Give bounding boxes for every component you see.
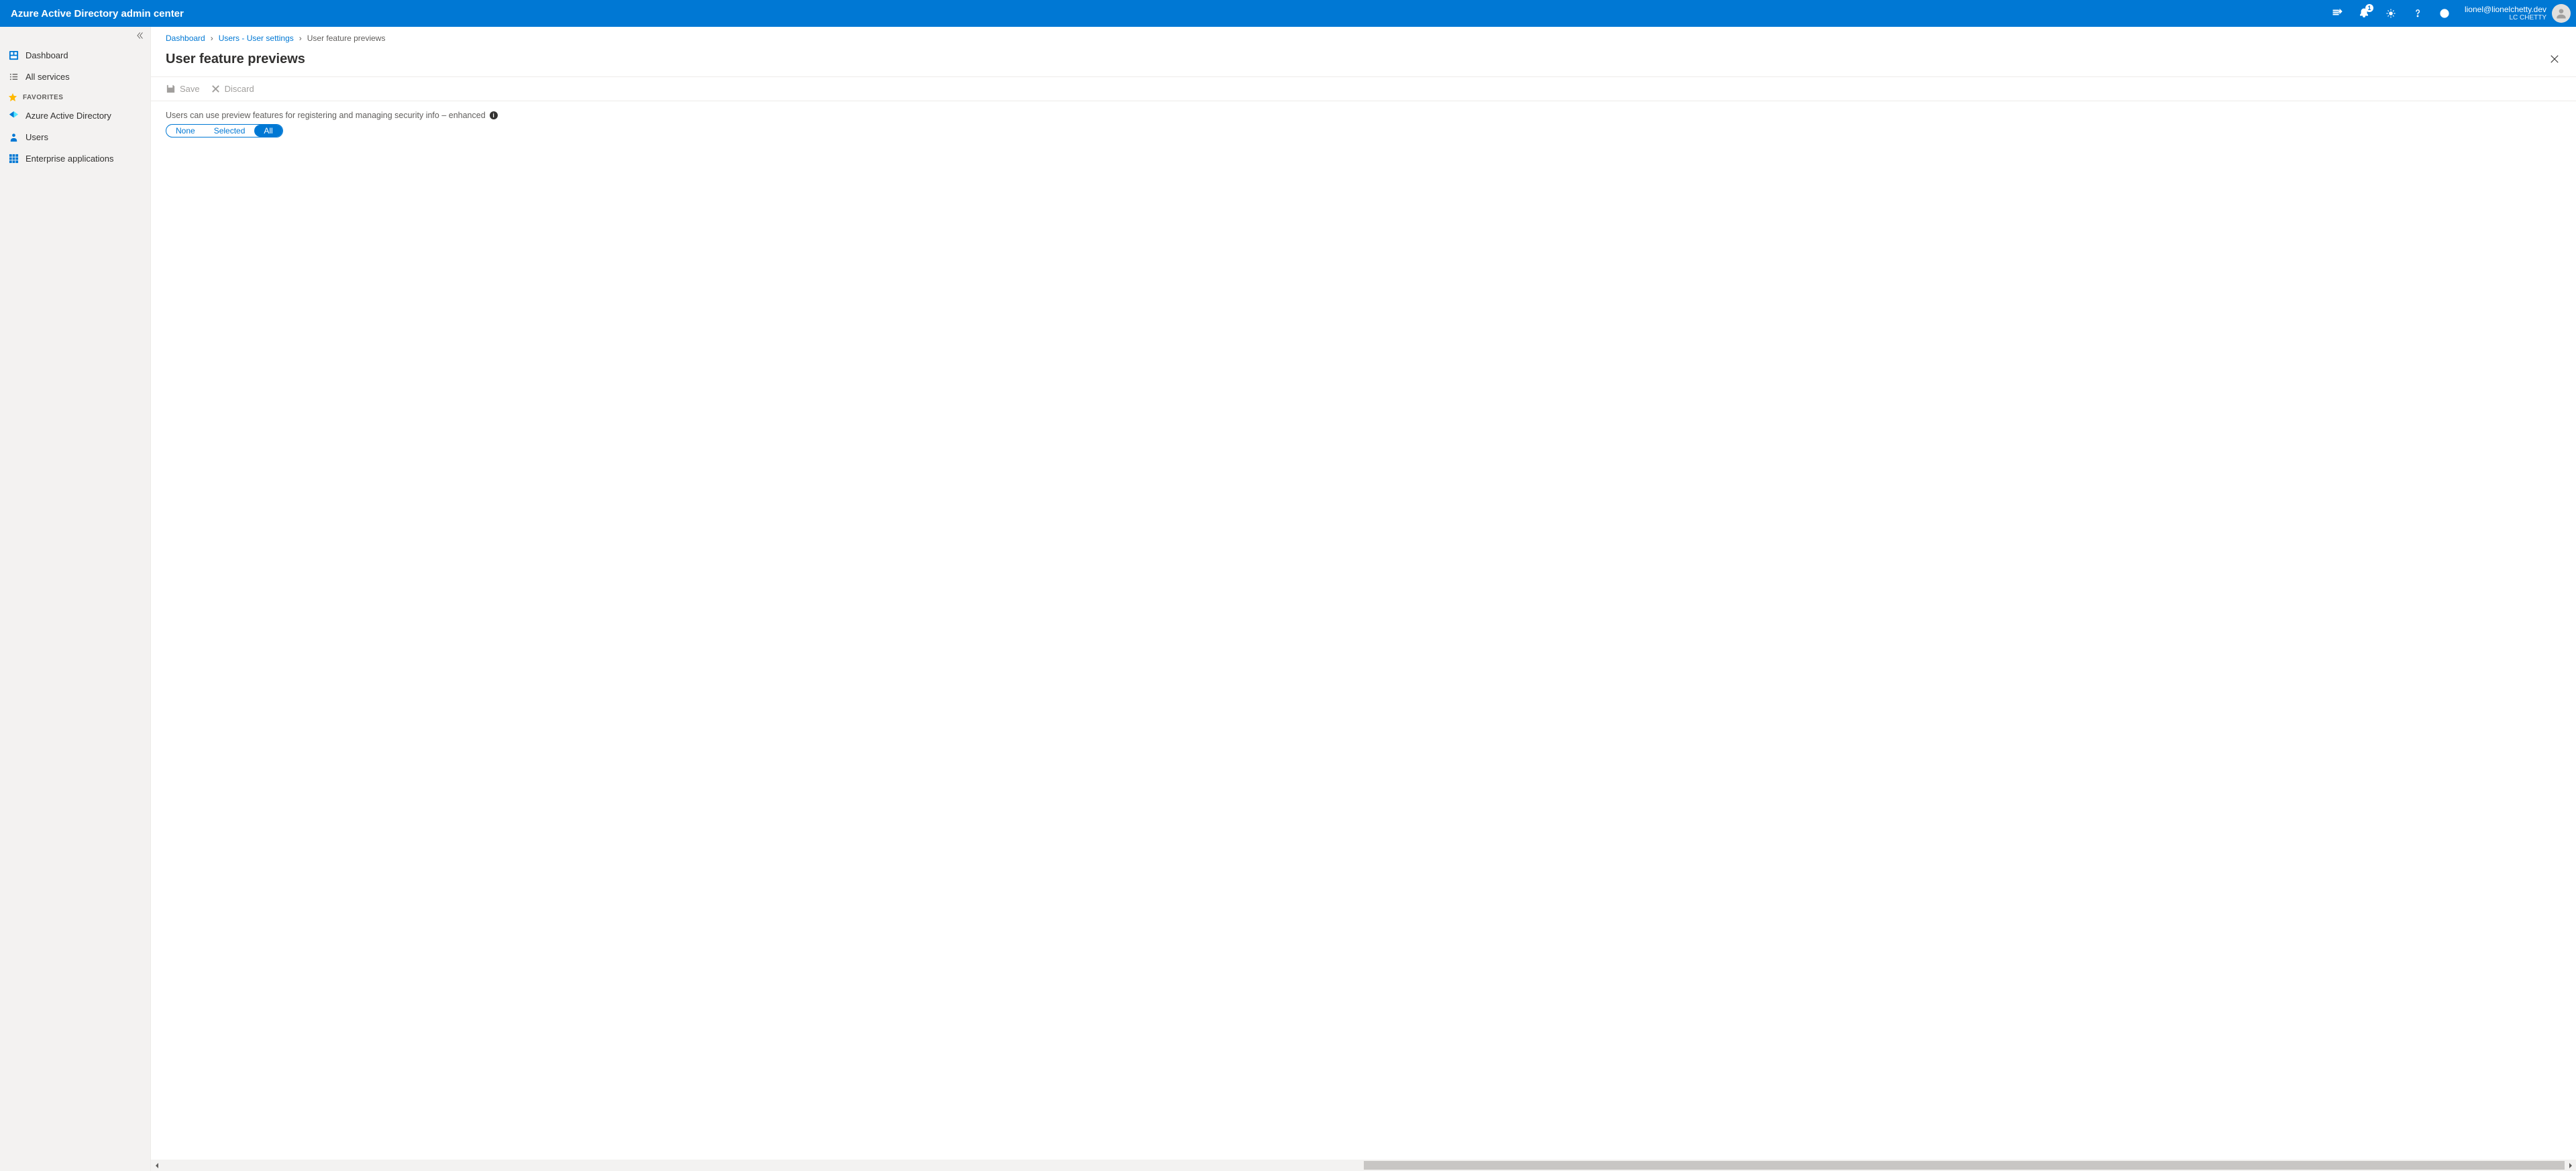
star-icon xyxy=(8,93,17,102)
sidebar-item-label: Enterprise applications xyxy=(25,154,114,164)
collapse-sidebar-button[interactable] xyxy=(0,27,150,44)
close-icon xyxy=(211,84,221,94)
option-all[interactable]: All xyxy=(254,125,282,137)
top-bar: Azure Active Directory admin center 1 li… xyxy=(0,0,2576,27)
user-org: LC CHETTY xyxy=(2465,14,2546,22)
save-button[interactable]: Save xyxy=(166,84,200,94)
sidebar-section-favorites: FAVORITES xyxy=(0,87,150,105)
sidebar-item-users[interactable]: Users xyxy=(0,126,150,148)
scroll-right-icon[interactable] xyxy=(2565,1160,2576,1171)
sidebar-item-label: Dashboard xyxy=(25,50,68,60)
sidebar-item-label: All services xyxy=(25,72,70,82)
breadcrumb-current: User feature previews xyxy=(307,34,386,43)
main-pane: Dashboard › Users - User settings › User… xyxy=(151,27,2576,1171)
notifications-badge: 1 xyxy=(2365,4,2373,12)
option-selected[interactable]: Selected xyxy=(205,125,255,137)
dashboard-icon xyxy=(8,50,19,60)
apps-icon xyxy=(8,153,19,164)
chevron-right-icon: › xyxy=(211,34,213,43)
chevron-right-icon: › xyxy=(299,34,302,43)
command-bar: Save Discard xyxy=(151,77,2576,101)
option-none[interactable]: None xyxy=(166,125,205,137)
sidebar-item-label: Users xyxy=(25,132,48,142)
segmented-control: None Selected All xyxy=(166,124,283,137)
save-icon xyxy=(166,84,176,94)
scroll-track[interactable] xyxy=(162,1160,2565,1171)
account-menu[interactable]: lionel@lionelchetty.dev LC CHETTY xyxy=(2458,0,2576,27)
close-blade-button[interactable] xyxy=(2544,48,2565,70)
scroll-left-icon[interactable] xyxy=(151,1160,162,1171)
settings-icon[interactable] xyxy=(2377,0,2404,27)
user-email: lionel@lionelchetty.dev xyxy=(2465,5,2546,14)
sidebar-item-label: Azure Active Directory xyxy=(25,111,111,121)
breadcrumb-users-settings[interactable]: Users - User settings xyxy=(219,34,294,43)
avatar xyxy=(2552,4,2571,23)
sidebar-item-aad[interactable]: Azure Active Directory xyxy=(0,105,150,126)
setting-label-row: Users can use preview features for regis… xyxy=(166,111,2561,120)
breadcrumb-dashboard[interactable]: Dashboard xyxy=(166,34,205,43)
scroll-thumb[interactable] xyxy=(1364,1161,2565,1170)
sidebar: Dashboard All services FAVORITES Azure A… xyxy=(0,27,151,1171)
aad-icon xyxy=(8,110,19,121)
page-title: User feature previews xyxy=(166,52,305,67)
horizontal-scrollbar[interactable] xyxy=(151,1160,2576,1171)
sidebar-item-enterprise-apps[interactable]: Enterprise applications xyxy=(0,148,150,169)
setting-label: Users can use preview features for regis… xyxy=(166,111,486,120)
notifications-icon[interactable]: 1 xyxy=(2351,0,2377,27)
help-icon[interactable] xyxy=(2404,0,2431,27)
list-icon xyxy=(8,71,19,82)
discard-button[interactable]: Discard xyxy=(211,84,254,94)
sidebar-item-dashboard[interactable]: Dashboard xyxy=(0,44,150,66)
favorites-label: FAVORITES xyxy=(23,94,63,101)
info-icon[interactable]: i xyxy=(490,111,498,119)
save-label: Save xyxy=(180,84,200,94)
feedback-icon[interactable] xyxy=(2431,0,2458,27)
app-title: Azure Active Directory admin center xyxy=(11,8,184,19)
users-icon xyxy=(8,131,19,142)
sidebar-item-all-services[interactable]: All services xyxy=(0,66,150,87)
shell-directory-switch-icon[interactable] xyxy=(2324,0,2351,27)
discard-label: Discard xyxy=(225,84,254,94)
breadcrumb: Dashboard › Users - User settings › User… xyxy=(151,30,2576,47)
